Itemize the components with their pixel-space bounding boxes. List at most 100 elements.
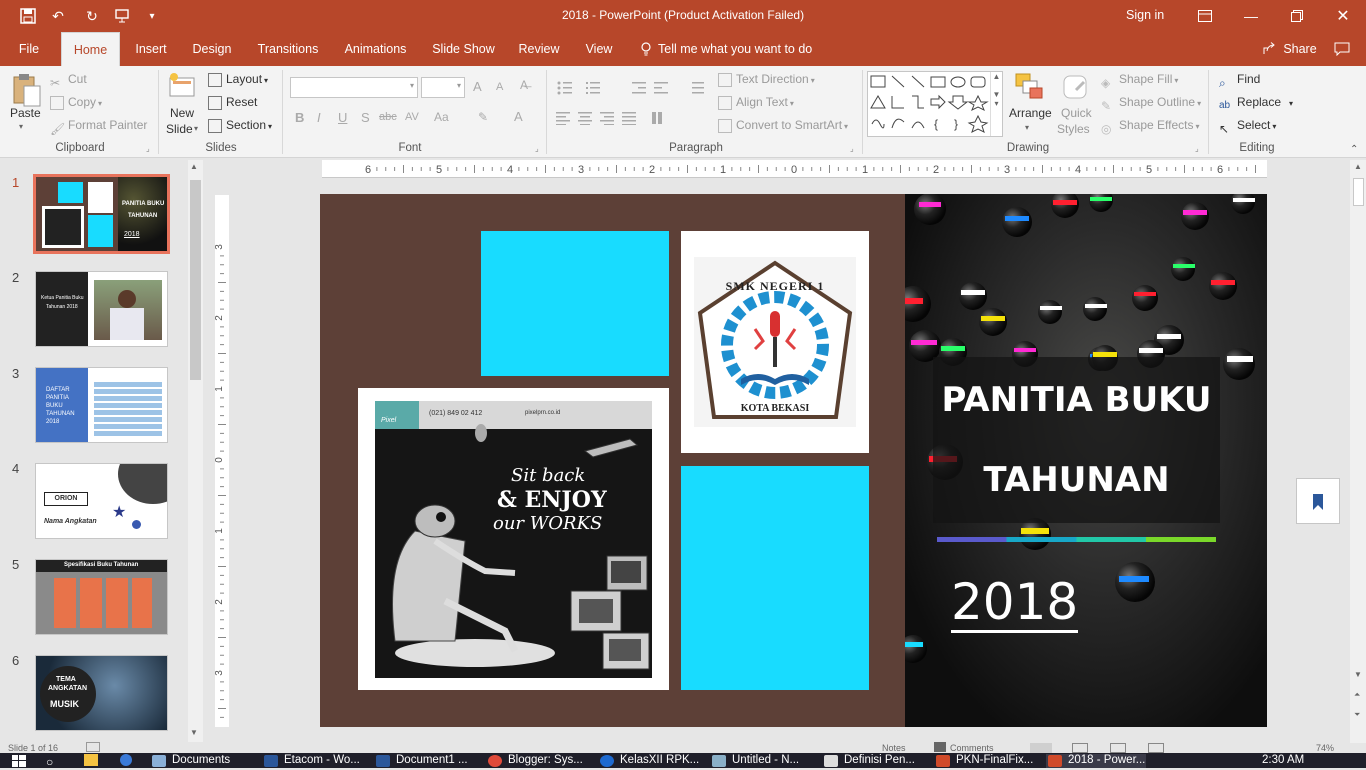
collapse-ribbon-icon[interactable]: ⌃ [1350,144,1358,155]
slide-thumbnail-6[interactable]: TEMA ANGKATAN MUSIK [35,655,168,731]
slide-title-line-1[interactable]: PANITIA BUKU [933,380,1220,420]
drawing-launcher-icon[interactable]: ⌟ [1195,144,1199,153]
next-slide-icon[interactable]: ⏷ [1354,710,1360,720]
scroll-up-icon[interactable]: ▲ [190,162,198,171]
tab-design[interactable]: Design [186,32,238,66]
font-launcher-icon[interactable]: ⌟ [535,144,539,153]
taskbar-item[interactable]: Untitled - N... [710,754,799,768]
search-icon[interactable]: ○ [46,755,53,769]
clipboard-launcher-icon[interactable]: ⌟ [146,144,150,153]
align-text-button[interactable]: Align Text ▾ [718,92,794,112]
slide-thumbnail-5[interactable]: Spesifikasi Buku Tahunan [35,559,168,635]
list-buttons[interactable] [556,80,716,96]
shadow-button[interactable]: S [361,110,370,125]
arrange-dropdown-icon[interactable]: ▾ [1025,123,1029,132]
share-button[interactable]: Share [1280,32,1320,66]
ribbon-display-icon[interactable] [1182,0,1228,32]
character-spacing-button[interactable]: AV [405,111,419,123]
tab-review[interactable]: Review [513,32,565,66]
font-size-input[interactable]: ▾ [421,77,465,98]
slide-title-line-2[interactable]: TAHUNAN [933,460,1220,500]
shape-outline-button[interactable]: ✎ Shape Outline ▾ [1101,92,1201,113]
slide-year[interactable]: 2018 [951,574,1079,633]
sign-in-link[interactable]: Sign in [1126,8,1164,22]
cut-button[interactable]: ✂ Cut [50,69,87,90]
scroll-thumb[interactable] [1353,178,1364,206]
font-color-button[interactable]: A [514,109,523,124]
quick-styles-label-2[interactable]: Styles [1057,122,1090,136]
new-slide-dropdown-icon[interactable]: ▾ [194,124,198,133]
reset-button[interactable]: Reset [208,92,257,112]
quick-styles-icon[interactable] [1060,72,1092,102]
scroll-down-icon[interactable]: ▼ [1354,670,1362,679]
file-explorer-icon[interactable] [84,754,98,766]
tab-slide-show[interactable]: Slide Show [426,32,501,66]
previous-slide-icon[interactable]: ⏶ [1354,690,1360,700]
change-case-button[interactable]: Aa [434,110,449,124]
section-button[interactable]: Section ▾ [208,115,272,135]
minimize-icon[interactable]: — [1228,0,1274,32]
paste-icon[interactable] [10,72,42,108]
reading-view-icon[interactable] [1110,743,1126,753]
restore-icon[interactable] [1274,0,1320,32]
slideshow-view-icon[interactable] [1148,743,1164,753]
tab-file[interactable]: File [8,32,50,66]
convert-smartart-button[interactable]: Convert to SmartArt ▾ [718,115,848,135]
comment-icon[interactable] [1334,42,1350,57]
align-buttons[interactable] [556,111,686,125]
thumbnail-scrollbar[interactable]: ▲ ▼ [188,160,203,742]
format-painter-button[interactable]: 🖌 Format Painter [50,115,147,136]
slide-thumbnail-2[interactable]: Ketua Panitia Buku Tahunan 2018 [35,271,168,347]
taskbar-item[interactable]: Etacom - Wo... [262,754,360,768]
taskbar-item[interactable]: Document1 ... [374,754,468,768]
layout-button[interactable]: Layout ▾ [208,69,268,89]
new-slide-label-1[interactable]: New [170,106,194,120]
bold-button[interactable]: B [295,110,304,125]
editor-scrollbar[interactable]: ▲ ▼ ⏶ ⏷ [1350,160,1366,743]
tab-insert[interactable]: Insert [127,32,175,66]
normal-view-icon[interactable] [1030,743,1052,753]
highlight-icon[interactable]: ✎ [478,110,488,124]
shapes-gallery[interactable]: {} ▲ ▼ ▾ [867,71,1003,137]
tab-home[interactable]: Home [61,32,120,67]
new-slide-icon[interactable] [168,72,196,100]
spellcheck-icon[interactable] [86,742,100,752]
tab-transitions[interactable]: Transitions [252,32,324,66]
scroll-up-icon[interactable]: ▲ [1354,162,1362,171]
browser-icon[interactable] [120,754,132,766]
notes-button[interactable]: Notes [882,743,906,753]
poster-frame[interactable]: Pixel (021) 849 02 412 pixelprn.co.id Si… [358,388,669,690]
zoom-level[interactable]: 74% [1316,743,1334,753]
taskbar-item[interactable]: Blogger: Sys... [486,754,583,768]
bookmark-button[interactable] [1296,478,1340,524]
italic-button[interactable]: I [317,110,321,125]
paragraph-launcher-icon[interactable]: ⌟ [850,144,854,153]
strikethrough-button[interactable]: abc [379,111,397,123]
select-button[interactable]: ↖ Select ▾ [1219,115,1276,136]
scroll-down-icon[interactable]: ▼ [190,728,198,737]
taskbar-item[interactable]: PKN-FinalFix... [934,754,1033,768]
tell-me-search[interactable]: Tell me what you want to do [658,32,813,66]
arrange-icon[interactable] [1013,72,1045,102]
cyan-rectangle-bottom[interactable] [681,466,869,690]
paste-dropdown-icon[interactable]: ▾ [19,122,23,131]
arrange-button[interactable]: Arrange [1009,106,1052,120]
slide-sorter-icon[interactable] [1072,743,1088,753]
clear-format-icon[interactable]: A̶ [520,78,528,92]
underline-button[interactable]: U [338,110,347,125]
tab-view[interactable]: View [579,32,619,66]
scroll-thumb[interactable] [190,180,201,380]
shape-fill-button[interactable]: ◈ Shape Fill ▾ [1101,69,1178,90]
taskbar-item[interactable]: Definisi Pen... [822,754,915,768]
comments-button[interactable]: Comments [950,743,994,753]
windows-start-icon[interactable] [12,755,26,767]
cyan-rectangle-top[interactable] [481,231,669,376]
replace-button[interactable]: ab Replace ▾ [1219,92,1293,112]
grow-font-button[interactable]: A [473,79,482,94]
shrink-font-button[interactable]: A [496,81,503,93]
slide-thumbnail-3[interactable]: DAFTAR PANITIA BUKU TAHUNAN 2018 [35,367,168,443]
copy-button[interactable]: Copy ▾ [50,92,102,112]
paste-button[interactable]: Paste [10,106,41,120]
gallery-scroll[interactable]: ▲ ▼ ▾ [990,72,1002,136]
quick-styles-label-1[interactable]: Quick [1061,106,1092,120]
